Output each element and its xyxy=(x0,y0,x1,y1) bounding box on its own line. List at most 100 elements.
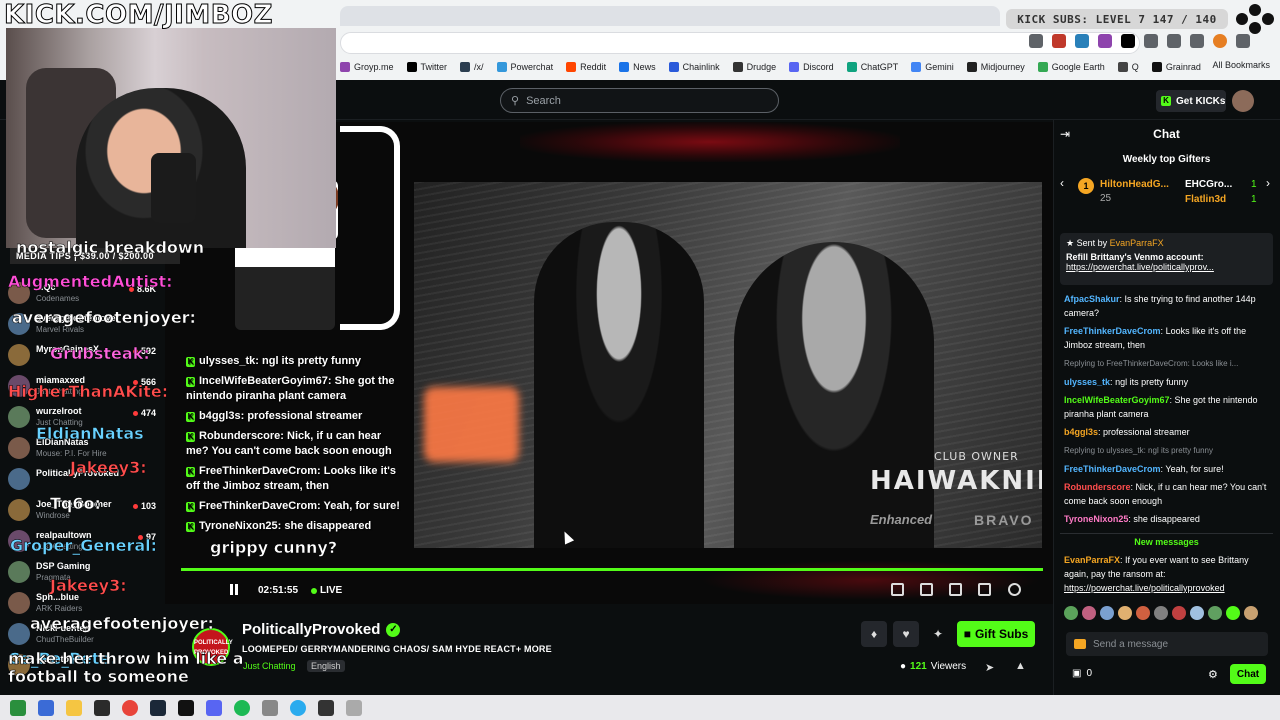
emote-icon[interactable] xyxy=(1208,606,1222,620)
chevron-left-icon[interactable]: ‹ xyxy=(1060,176,1064,190)
webcam-overlay xyxy=(6,28,336,248)
app-icon[interactable] xyxy=(318,699,334,716)
miniplayer-icon[interactable] xyxy=(891,583,904,596)
app-icon[interactable] xyxy=(262,699,278,716)
bookmark-item[interactable]: Twitter xyxy=(406,62,447,72)
chat-link[interactable]: https://powerchat.live/politicallyprovok… xyxy=(1064,581,1272,595)
chat-username[interactable]: FreeThinkerDaveCrom xyxy=(1064,326,1161,336)
clip-icon[interactable] xyxy=(920,583,933,596)
gifter-name[interactable]: HiltonHeadG... xyxy=(1100,179,1169,190)
pause-icon[interactable] xyxy=(230,584,238,595)
bookmark-item[interactable]: Reddit xyxy=(566,62,606,72)
menu-icon[interactable] xyxy=(1190,34,1204,48)
cast-icon[interactable] xyxy=(1167,34,1181,48)
viewers-label: Viewers xyxy=(930,661,967,672)
chat-input-placeholder: Send a message xyxy=(1093,638,1169,650)
bookmark-item[interactable]: Chainlink xyxy=(668,62,720,72)
emote-icon[interactable] xyxy=(1244,606,1258,620)
pinned-link[interactable]: https://powerchat.live/politicallyprov..… xyxy=(1066,262,1267,272)
bookmark-item[interactable]: Drudge xyxy=(732,62,776,72)
bookmark-item[interactable]: Q xyxy=(1117,62,1139,72)
bookmark-item[interactable]: Groyp.me xyxy=(340,62,394,72)
desktop-icon[interactable] xyxy=(38,699,54,716)
chat-username[interactable]: FreeThinkerDaveCrom xyxy=(1064,464,1161,474)
extension-icon[interactable] xyxy=(1075,34,1089,48)
gear-icon[interactable] xyxy=(1008,583,1021,596)
get-kicks-button[interactable]: K Get KICKs xyxy=(1156,90,1226,112)
progress-bar[interactable] xyxy=(181,568,1043,571)
app-icon[interactable] xyxy=(94,699,110,716)
app-icon[interactable] xyxy=(178,699,194,716)
gift-subs-button[interactable]: ■ Gift Subs xyxy=(957,621,1035,647)
app-icon[interactable] xyxy=(346,699,362,716)
chat-settings-icon[interactable]: ⚙ xyxy=(1208,668,1218,681)
chevron-right-icon[interactable]: › xyxy=(1266,176,1270,190)
x-icon[interactable] xyxy=(1121,34,1135,48)
overlay-username: AugmentedAutist: xyxy=(8,272,173,292)
bell-icon[interactable]: ♦ xyxy=(861,621,887,647)
steam-icon[interactable] xyxy=(150,699,166,716)
report-icon[interactable]: ▲ xyxy=(1015,660,1026,672)
chat-username[interactable]: AfpacShakur xyxy=(1064,294,1120,304)
avatar[interactable] xyxy=(1232,90,1254,112)
frog-app-icon[interactable] xyxy=(10,699,26,716)
bookmark-item[interactable]: Midjourney xyxy=(966,62,1025,72)
bookmark-item[interactable]: /x/ xyxy=(460,62,484,72)
fullscreen-icon[interactable] xyxy=(978,583,991,596)
emote-icon[interactable] xyxy=(1190,606,1204,620)
folder-icon[interactable] xyxy=(66,699,82,716)
theater-mode-icon[interactable] xyxy=(949,583,962,596)
extension-icon[interactable] xyxy=(1098,34,1112,48)
chat-username[interactable]: IncelWifeBeaterGoyim67 xyxy=(1064,395,1169,405)
bookmark-item[interactable]: News xyxy=(619,62,656,72)
search-input[interactable]: ⚲ Search xyxy=(500,88,779,113)
chat-input[interactable]: Send a message xyxy=(1066,632,1268,656)
category-link[interactable]: Just Chatting xyxy=(243,661,296,671)
emote-icon[interactable] xyxy=(1226,606,1240,620)
share-icon[interactable]: ➤ xyxy=(985,661,994,674)
profile-icon[interactable] xyxy=(1213,34,1227,48)
emote-icon[interactable] xyxy=(1154,606,1168,620)
chat-username[interactable]: b4ggl3s xyxy=(1064,427,1098,437)
gifter-name[interactable]: Flatlin3d xyxy=(1185,194,1226,205)
bookmark-item[interactable]: ChatGPT xyxy=(846,62,898,72)
chrome-icon[interactable] xyxy=(122,699,138,716)
address-bar[interactable] xyxy=(340,32,1140,54)
emote-icon[interactable] xyxy=(1118,606,1132,620)
channel-name[interactable]: PoliticallyProvoked ✓ xyxy=(242,621,401,638)
sparkle-icon[interactable]: ✦ xyxy=(925,621,951,647)
chat-username[interactable]: Robunderscore xyxy=(1064,482,1131,492)
extension-icon[interactable] xyxy=(1052,34,1066,48)
chat-username[interactable]: TyroneNixon25 xyxy=(1064,514,1128,524)
bookmark-item[interactable]: Gemini xyxy=(911,62,954,72)
telegram-icon[interactable] xyxy=(290,699,306,716)
gifter-name[interactable]: EHCGro... xyxy=(1185,179,1232,190)
pinned-message[interactable]: ★ Sent by EvanParraFX Refill Brittany's … xyxy=(1060,233,1273,285)
language-tag[interactable]: English xyxy=(307,660,345,672)
emote-picker-icon[interactable] xyxy=(1074,639,1086,649)
all-bookmarks-button[interactable]: All Bookmarks xyxy=(1212,60,1270,70)
puzzle-icon[interactable] xyxy=(1144,34,1158,48)
overlay-chat-separator: : xyxy=(317,465,324,477)
emote-icon[interactable] xyxy=(1136,606,1150,620)
browser-tabstrip[interactable] xyxy=(340,6,1000,26)
emote-icon[interactable] xyxy=(1172,606,1186,620)
bookmark-item[interactable]: Powerchat xyxy=(496,62,553,72)
spotify-icon[interactable] xyxy=(234,699,250,716)
bookmark-item[interactable]: Discord xyxy=(789,62,834,72)
emote-icon[interactable] xyxy=(1100,606,1114,620)
kebab-menu-icon[interactable] xyxy=(1236,34,1250,48)
chat-username[interactable]: ulysses_tk xyxy=(1064,377,1110,387)
emote-icon[interactable] xyxy=(1064,606,1078,620)
chat-username[interactable]: EvanParraFX xyxy=(1064,555,1120,565)
bookmark-item[interactable]: Google Earth xyxy=(1037,62,1105,72)
discord-icon[interactable] xyxy=(206,699,222,716)
overlay-chat-message: Robunderscore: Nick, if u can hear me? Y… xyxy=(186,429,401,459)
heart-icon[interactable]: ♥ xyxy=(893,621,919,647)
kicks-balance[interactable]: ▣ 0 xyxy=(1072,668,1092,679)
star-icon[interactable] xyxy=(1029,34,1043,48)
emote-icon[interactable] xyxy=(1082,606,1096,620)
bookmark-item[interactable]: Grainrad xyxy=(1151,62,1201,72)
send-chat-button[interactable]: Chat xyxy=(1230,664,1266,684)
new-messages-divider[interactable]: New messages xyxy=(1060,533,1273,547)
